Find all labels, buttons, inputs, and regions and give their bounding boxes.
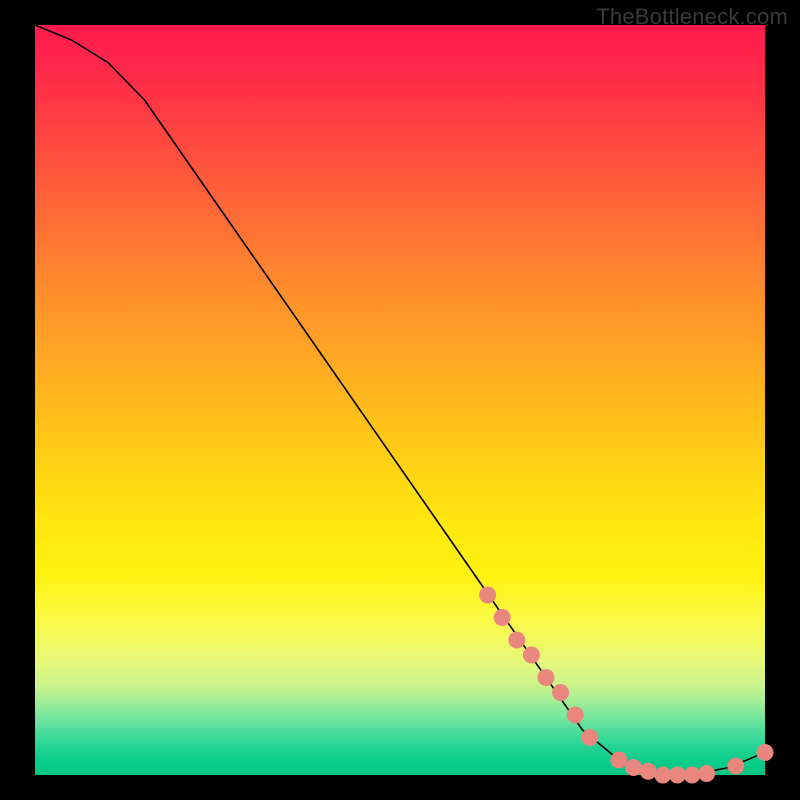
curve-marker: [640, 763, 657, 780]
plot-area: [35, 25, 765, 775]
curve-svg: [35, 25, 765, 775]
curve-marker: [508, 632, 525, 649]
curve-marker: [567, 707, 584, 724]
curve-marker: [479, 587, 496, 604]
marker-group: [479, 587, 773, 784]
curve-marker: [611, 752, 628, 769]
curve-marker: [654, 767, 671, 784]
curve-marker: [684, 767, 701, 784]
curve-marker: [625, 759, 642, 776]
curve-marker: [581, 729, 598, 746]
curve-marker: [538, 669, 555, 686]
curve-marker: [727, 758, 744, 775]
attribution-text: TheBottleneck.com: [596, 4, 788, 30]
curve-marker: [698, 765, 715, 782]
bottleneck-curve-path: [35, 25, 765, 775]
curve-marker: [552, 684, 569, 701]
curve-marker: [523, 647, 540, 664]
curve-marker: [494, 609, 511, 626]
curve-marker: [757, 744, 774, 761]
curve-marker: [669, 767, 686, 784]
chart-frame: TheBottleneck.com: [0, 0, 800, 800]
